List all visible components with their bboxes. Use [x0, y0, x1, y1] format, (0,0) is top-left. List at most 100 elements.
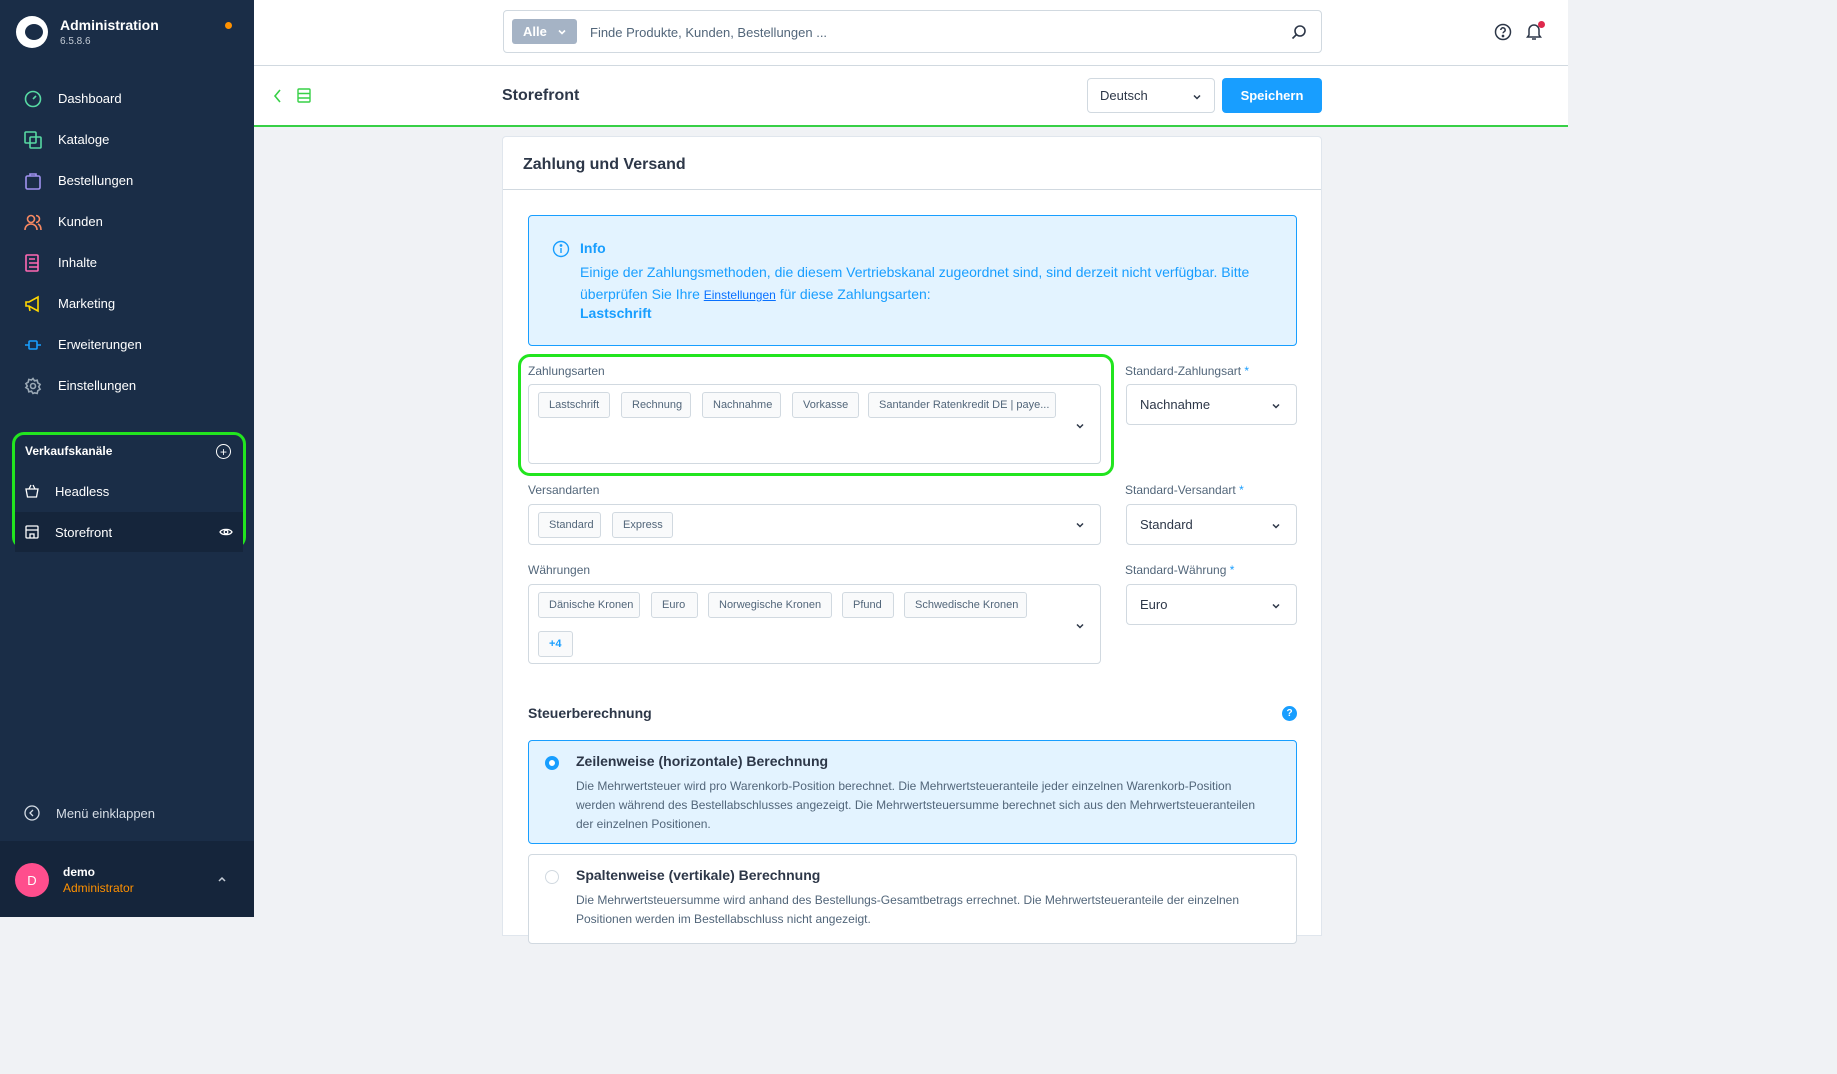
tag[interactable]: Standard	[538, 512, 601, 538]
collapse-menu-button[interactable]: Menü einklappen	[24, 805, 155, 821]
sales-channel-storefront[interactable]: Storefront	[15, 512, 243, 552]
tag[interactable]: Norwegische Kronen	[708, 592, 832, 618]
payment-methods-highlight	[518, 354, 1114, 476]
catalog-icon	[24, 130, 42, 149]
nav-label-marketing: Marketing	[58, 296, 116, 311]
top-bar: Alle	[254, 0, 1568, 66]
nav-label-dashboard: Dashboard	[58, 91, 122, 106]
default-shipping-label: Standard-Versandart *	[1125, 483, 1244, 497]
default-currency-label: Standard-Währung *	[1125, 563, 1235, 577]
user-role: Administrator	[63, 881, 134, 895]
add-sales-channel-icon[interactable]: +	[216, 444, 231, 459]
tax-option-description: Die Mehrwertsteuer wird pro Warenkorb-Po…	[576, 779, 1256, 831]
default-payment-select[interactable]: Nachnahme	[1126, 384, 1297, 425]
megaphone-icon	[24, 295, 42, 313]
nav-item-kataloge[interactable]: Kataloge	[0, 119, 254, 160]
tax-option-title: Zeilenweise (horizontale) Berechnung	[576, 753, 829, 769]
chevron-up-icon[interactable]	[216, 873, 228, 885]
nav-item-bestellungen[interactable]: Bestellungen	[0, 160, 254, 201]
nav-item-marketing[interactable]: Marketing	[0, 283, 254, 324]
sidebar: Administration 6.5.8.6 Dashboard Katalog…	[0, 0, 254, 917]
user-menu[interactable]: D demo Administrator	[0, 841, 254, 917]
payment-shipping-card: Zahlung und Versand Info Einige der Zahl…	[502, 136, 1322, 944]
nav-item-kunden[interactable]: Kunden	[0, 201, 254, 242]
chevron-down-icon	[558, 29, 566, 35]
brand[interactable]: Administration 6.5.8.6	[16, 16, 159, 48]
notification-dot	[225, 22, 232, 29]
language-select[interactable]: Deutsch	[1087, 78, 1215, 113]
content-icon	[24, 253, 42, 272]
brand-version: 6.5.8.6	[60, 36, 91, 47]
nav-item-dashboard[interactable]: Dashboard	[0, 78, 254, 119]
nav-label-erweiterungen: Erweiterungen	[58, 337, 142, 352]
save-button[interactable]: Speichern	[1222, 78, 1322, 113]
nav-label-inhalte: Inhalte	[58, 255, 98, 270]
divider	[503, 189, 1321, 190]
tag[interactable]: Euro	[651, 592, 698, 618]
required-marker: *	[1244, 364, 1250, 378]
shopware-logo-icon	[16, 16, 48, 48]
nav-item-einstellungen[interactable]: Einstellungen	[0, 365, 254, 406]
avatar: D	[15, 863, 49, 897]
info-alert: Info Einige der Zahlungsmethoden, die di…	[528, 215, 1297, 346]
main-navigation: Dashboard Kataloge Bestellungen Kunden I…	[0, 78, 254, 406]
chevron-down-icon	[1272, 403, 1280, 409]
global-search: Alle	[503, 10, 1322, 53]
tax-option-description: Die Mehrwertsteuersumme wird anhand des …	[576, 893, 1239, 926]
info-text-part2: für diese Zahlungsarten:	[775, 286, 931, 302]
tax-calculation-title: Steuerberechnung	[528, 705, 652, 721]
nav-label-kataloge: Kataloge	[58, 132, 110, 147]
chevron-left-circle-icon	[24, 805, 40, 821]
shipping-methods-label: Versandarten	[528, 483, 600, 497]
search-type-label: Alle	[523, 24, 547, 39]
tax-option-horizontal[interactable]: Zeilenweise (horizontale) Berechnung Die…	[528, 740, 1297, 844]
tax-option-vertical[interactable]: Spaltenweise (vertikale) Berechnung Die …	[528, 854, 1297, 944]
default-currency-select[interactable]: Euro	[1126, 584, 1297, 625]
sales-channel-label: Headless	[55, 483, 110, 499]
tag[interactable]: Schwedische Kronen	[904, 592, 1027, 618]
radio-button[interactable]	[545, 870, 559, 884]
info-icon	[552, 240, 570, 258]
currencies-select[interactable]: Dänische Kronen Euro Norwegische Kronen …	[528, 584, 1101, 664]
customers-icon	[24, 213, 42, 231]
search-type-select[interactable]: Alle	[512, 19, 577, 44]
nav-item-inhalte[interactable]: Inhalte	[0, 242, 254, 283]
default-shipping-select[interactable]: Standard	[1126, 504, 1297, 545]
tag[interactable]: Pfund	[842, 592, 894, 618]
currencies-label: Währungen	[528, 563, 591, 577]
sales-channel-headless[interactable]: Headless	[15, 471, 243, 511]
nav-item-erweiterungen[interactable]: Erweiterungen	[0, 324, 254, 365]
more-currencies-tag[interactable]: +4	[538, 631, 573, 657]
help-icon[interactable]	[1494, 23, 1512, 41]
nav-label-einstellungen: Einstellungen	[58, 378, 137, 393]
info-title: Info	[580, 240, 606, 256]
default-payment-value: Nachnahme	[1140, 397, 1211, 412]
chevron-down-icon	[1076, 623, 1084, 629]
default-shipping-value: Standard	[1140, 517, 1193, 532]
plug-icon	[24, 336, 42, 354]
shopping-bag-icon	[24, 172, 42, 190]
tag[interactable]: Dänische Kronen	[538, 592, 640, 618]
search-input[interactable]	[590, 21, 1270, 43]
tag[interactable]: Express	[612, 512, 673, 538]
info-text: Einige der Zahlungsmethoden, die diesem …	[580, 261, 1270, 306]
required-marker: *	[1229, 563, 1235, 577]
gear-icon	[24, 376, 42, 395]
sales-channels-title: Verkaufskanäle	[25, 444, 113, 458]
language-value: Deutsch	[1100, 88, 1148, 103]
user-name: demo	[63, 865, 96, 879]
collapse-menu-label: Menü einklappen	[56, 805, 156, 821]
chevron-down-icon	[1076, 522, 1084, 528]
search-icon[interactable]	[1291, 24, 1307, 40]
help-circle-icon[interactable]: ?	[1282, 706, 1297, 721]
radio-button[interactable]	[545, 756, 559, 770]
eye-icon[interactable]	[219, 525, 233, 539]
settings-link[interactable]: Einstellungen	[704, 288, 776, 302]
shipping-methods-select[interactable]: Standard Express	[528, 504, 1101, 545]
dashboard-icon	[24, 90, 42, 108]
storefront-icon	[25, 525, 39, 539]
list-icon[interactable]	[297, 88, 311, 103]
card-title: Zahlung und Versand	[523, 156, 686, 173]
chevron-left-icon[interactable]	[272, 88, 284, 104]
info-unavailable-method: Lastschrift	[580, 305, 652, 321]
